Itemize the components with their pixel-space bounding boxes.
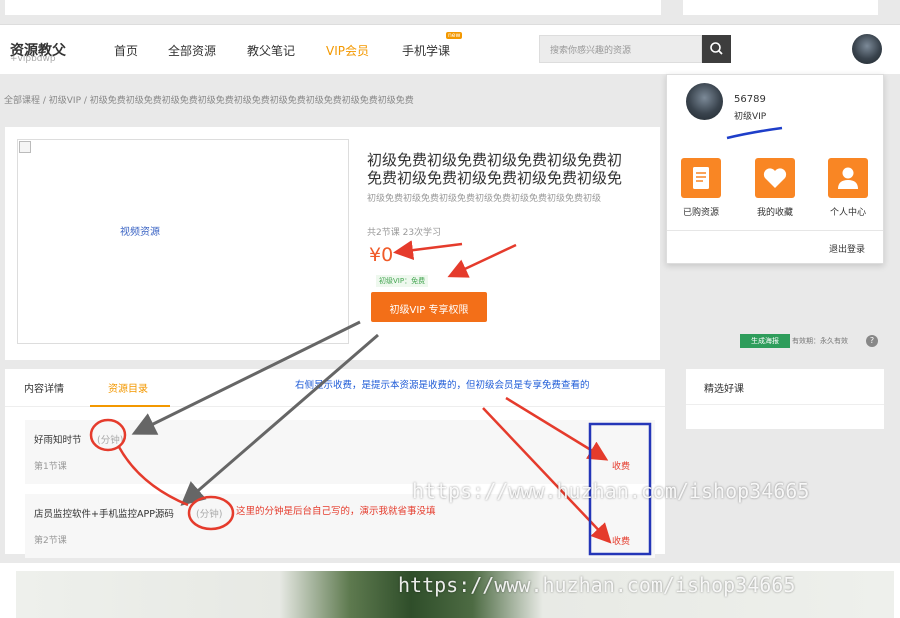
price: ¥0 (369, 244, 394, 266)
help-icon[interactable]: ? (866, 335, 878, 347)
annotation-red-note: 这里的分钟是后台自己写的，演示我就省事没填 (236, 506, 436, 517)
lesson-index: 第1节课 (34, 462, 67, 472)
watermark: https://www.huzhan.com/ishop34665 (412, 479, 810, 503)
broken-image-icon (19, 141, 31, 153)
poster-button[interactable]: 生成海报 (740, 334, 790, 348)
tab-catalog[interactable]: 资源目录 (108, 380, 148, 395)
resource-meta: 共2节课 23次学习 (367, 228, 442, 238)
profile-label[interactable]: 个人中心 (818, 205, 878, 218)
user-level: 初级VIP (734, 112, 767, 122)
lesson-fee: 收费 (612, 537, 631, 547)
breadcrumb[interactable]: 全部课程 / 初级VIP / 初级免费初级免费初级免费初级免费初级免费初级免费初… (4, 93, 414, 106)
lesson-duration: (分钟) (97, 435, 124, 446)
favorites-label[interactable]: 我的收藏 (745, 205, 805, 218)
resource-thumbnail (17, 139, 349, 344)
dropdown-avatar (686, 83, 723, 120)
new-badge: new (446, 32, 463, 39)
lesson-row[interactable]: 好雨知时节 (分钟) 第1节课 收费 (25, 420, 655, 484)
logout-link[interactable]: 退出登录 (829, 242, 865, 255)
nav-mobile-course[interactable]: 手机学课 (402, 42, 450, 59)
top-card (5, 0, 661, 15)
validity-text: 有效期：永久有效 (792, 337, 848, 345)
nav-home[interactable]: 首页 (114, 42, 138, 59)
nav-vip[interactable]: VIP会员 (326, 42, 369, 59)
avatar[interactable] (852, 34, 882, 64)
vip-free-tag: 初级VIP：免费 (376, 275, 429, 287)
site-header: 资源教父 +vipbdwp 首页 全部资源 教父笔记 VIP会员 手机学课 ne… (0, 24, 900, 74)
heart-icon (763, 168, 787, 188)
document-icon (693, 167, 709, 189)
user-icon (838, 167, 858, 189)
watermark: https://www.huzhan.com/ishop34665 (398, 573, 796, 597)
nav-notes[interactable]: 教父笔记 (247, 42, 295, 59)
featured-title: 精选好课 (704, 384, 744, 395)
nav-all-resources[interactable]: 全部资源 (168, 42, 216, 59)
vip-access-button[interactable]: 初级VIP 专享权限 (371, 292, 487, 322)
annotation-note: 右侧显示收费，是提示本资源是收费的，但初级会员是专享免费查看的 (295, 380, 590, 391)
purchased-label[interactable]: 已购资源 (671, 205, 731, 218)
top-card (683, 0, 878, 15)
resource-subtitle: 初级免费初级免费初级免费初级免费初级免费初级免费初级 (367, 194, 602, 204)
thumbnail-label: 视频资源 (120, 227, 160, 238)
divider (667, 230, 883, 231)
lesson-title: 店员监控软件+手机监控APP源码 (34, 509, 174, 520)
tab-details[interactable]: 内容详情 (24, 380, 64, 395)
resource-title-cont: 免费初级免费初级免费初级免费初级免 (367, 169, 623, 187)
lesson-duration: (分钟) (196, 509, 223, 520)
user-id: 56789 (734, 94, 766, 105)
search-icon (710, 42, 723, 55)
lesson-fee: 收费 (612, 462, 631, 472)
favorites-button[interactable] (755, 158, 795, 198)
logo-subtitle: +vipbdwp (10, 54, 56, 64)
profile-button[interactable] (828, 158, 868, 198)
search-button[interactable] (702, 35, 731, 63)
lesson-title: 好雨知时节 (34, 435, 82, 446)
purchased-button[interactable] (681, 158, 721, 198)
lesson-index: 第2节课 (34, 536, 67, 546)
search-input[interactable]: 搜索你感兴趣的资源 (539, 35, 702, 63)
